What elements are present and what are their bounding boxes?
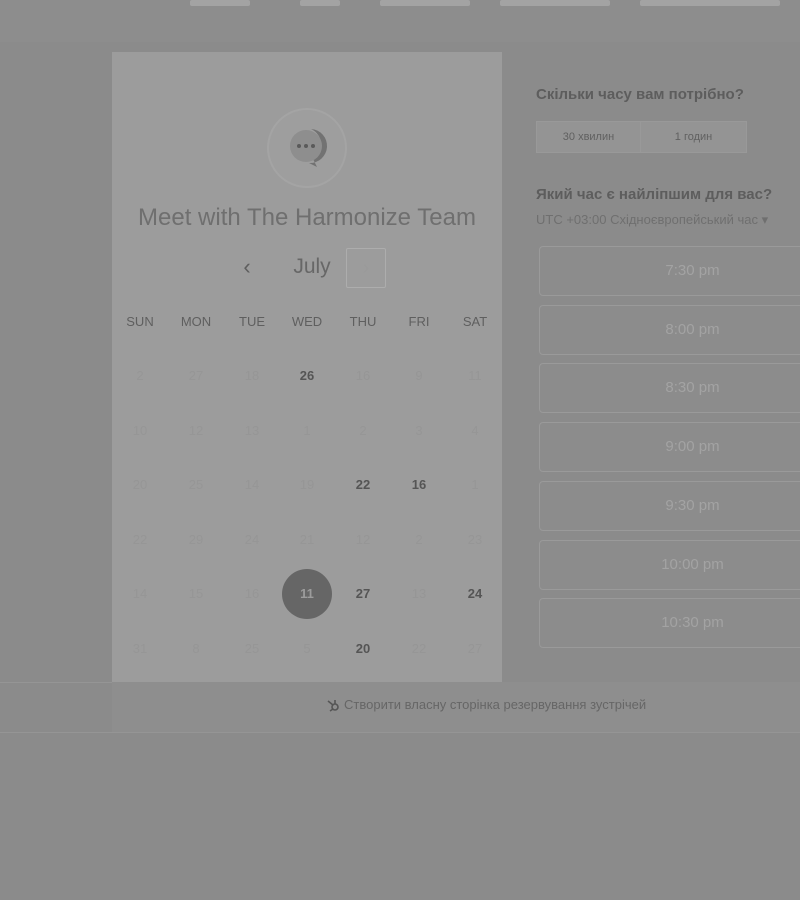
calendar-day: 21	[299, 531, 315, 547]
hubspot-sprocket-icon	[327, 699, 339, 712]
time-slot-label: 8:00 pm	[665, 320, 720, 338]
header-blur	[380, 0, 470, 6]
duration-option-1hour[interactable]: 1 годин	[640, 121, 747, 153]
duration-question: Скільки часу вам потрібно?	[536, 86, 744, 103]
calendar-day: 31	[132, 640, 148, 656]
time-slot-button[interactable]: 10:30 pm	[539, 598, 800, 649]
weekday-label: MON	[180, 314, 212, 329]
time-question: Який час є найліпшим для вас?	[536, 186, 773, 203]
calendar-day: 27	[467, 640, 483, 656]
calendar-day: 13	[411, 586, 427, 601]
chat-bubble-icon	[290, 129, 328, 167]
calendar-day: 24	[244, 531, 260, 547]
calendar-day[interactable]: 16	[394, 460, 444, 510]
time-slot-label: 8:30 pm	[665, 379, 720, 397]
time-slot-button[interactable]: 9:30 pm	[539, 480, 800, 531]
time-slot-button[interactable]: 7:30 pm	[539, 246, 800, 296]
team-avatar	[267, 108, 347, 188]
calendar-day: 9	[415, 368, 423, 383]
header-blur	[300, 0, 340, 6]
calendar-day: 18	[244, 368, 260, 383]
selected-day[interactable]: 11	[282, 569, 332, 619]
time-slot-label: 10:30 pm	[661, 614, 724, 632]
calendar-day: 27	[188, 368, 204, 383]
calendar-day: 2	[359, 422, 367, 438]
time-slot-label: 7:30 pm	[665, 262, 720, 279]
calendar-title: Meet with The Harmonize Team	[138, 204, 476, 231]
calendar-day: 3	[415, 422, 423, 438]
calendar-day: 23	[467, 531, 483, 547]
calendar-day[interactable]: 20	[338, 624, 388, 674]
calendar-day: 25	[188, 477, 204, 492]
calendar-day: 12	[355, 531, 371, 547]
prev-month-button[interactable]: ‹	[234, 254, 260, 280]
calendar-day: 10	[132, 422, 148, 438]
calendar-day[interactable]: 26	[282, 351, 332, 401]
header-blur	[640, 0, 780, 6]
calendar-day: 5	[303, 640, 311, 656]
calendar-day[interactable]: 27	[338, 569, 388, 619]
weekday-label: TUE	[239, 314, 265, 329]
calendar-day: 16	[244, 586, 260, 601]
calendar-day: 2	[415, 531, 423, 547]
month-navigation: ‹ July ›	[112, 248, 502, 288]
time-slot-label: 9:00 pm	[665, 438, 720, 456]
time-slot-button[interactable]: 9:00 pm	[539, 422, 800, 473]
weekday-label: THU	[349, 314, 377, 329]
calendar-panel: Meet with The Harmonize Team ‹ July › SU…	[112, 52, 502, 682]
header-blur	[190, 0, 250, 6]
time-slot-label: 9:30 pm	[665, 496, 720, 514]
calendar-day[interactable]: 22	[338, 460, 388, 510]
create-booking-page-link[interactable]: Створити власну сторінка резервування зу…	[326, 697, 646, 712]
calendar-day: 29	[188, 531, 204, 547]
calendar-day: 22	[132, 531, 148, 547]
calendar-day: 11	[468, 368, 482, 383]
calendar-day: 12	[188, 422, 204, 438]
header-blur	[500, 0, 610, 6]
weekday-label: WED	[291, 314, 323, 329]
time-slot-button[interactable]: 10:00 pm	[539, 539, 800, 590]
calendar-day[interactable]: 24	[450, 569, 500, 619]
calendar-day: 14	[244, 477, 260, 492]
calendar-day: 20	[132, 477, 148, 492]
weekday-label: FRI	[408, 314, 430, 329]
calendar-day: 2	[136, 368, 144, 383]
weekday-label: SAT	[462, 314, 488, 329]
month-label: July	[293, 255, 331, 278]
calendar-day: 25	[244, 640, 260, 656]
divider	[0, 732, 800, 733]
calendar-day: 13	[244, 422, 260, 438]
calendar-day: 22	[411, 640, 427, 656]
weekday-label: SUN	[126, 314, 154, 329]
time-slot-button[interactable]: 8:30 pm	[539, 363, 800, 414]
calendar-day: 15	[188, 586, 204, 601]
timezone-selector[interactable]: UTC +03:00 Східноєвропейський час ▾	[536, 212, 768, 228]
calendar-day: 16	[355, 368, 371, 383]
calendar-day: 4	[471, 422, 479, 438]
create-booking-page-label: Створити власну сторінка резервування зу…	[344, 697, 647, 712]
calendar-day: 1	[303, 422, 311, 438]
page-header-band	[0, 0, 800, 42]
calendar-day: 19	[299, 477, 315, 492]
calendar-day: 14	[132, 586, 148, 601]
duration-option-30min[interactable]: 30 хвилин	[536, 121, 641, 153]
next-month-button[interactable]: ›	[346, 248, 386, 288]
calendar-day: 8	[192, 640, 200, 656]
time-slot-label: 10:00 pm	[661, 555, 724, 573]
time-slot-button[interactable]: 8:00 pm	[539, 304, 800, 355]
calendar-day: 1	[471, 477, 479, 492]
